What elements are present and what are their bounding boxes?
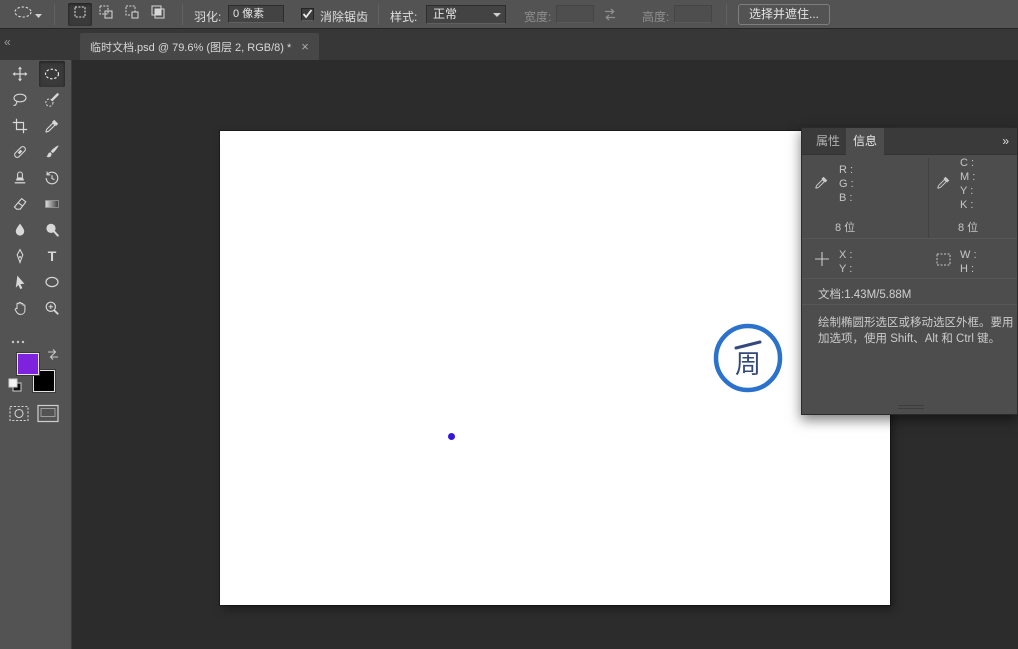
document-tab[interactable]: 临时文档.psd @ 79.6% (图层 2, RGB/8) * ×: [80, 33, 319, 60]
quick-mask-icon[interactable]: [9, 405, 29, 427]
tab-info[interactable]: 信息: [846, 128, 885, 155]
y-label: Y :: [960, 185, 974, 197]
width-label: 宽度:: [524, 10, 552, 24]
style-dropdown-value: 正常: [433, 7, 458, 21]
info-panel-header: 属性 信息 »: [802, 128, 1017, 155]
document-tab-title: 临时文档.psd @ 79.6% (图层 2, RGB/8) *: [90, 41, 292, 54]
ellipse-marquee-tool-icon[interactable]: [39, 61, 65, 87]
history-brush-tool-icon[interactable]: [39, 165, 65, 191]
eyedropper-cmyk-icon: [936, 175, 951, 195]
options-bar: 羽化: 0 像素 消除锯齿 样式: 正常 宽度: 高度: 选择并遮住...: [0, 0, 1018, 29]
h-label: H :: [960, 263, 975, 275]
width-input[interactable]: [556, 5, 594, 23]
chevron-down-icon: [34, 6, 42, 24]
tab-strip: « 临时文档.psd @ 79.6% (图层 2, RGB/8) * ×: [0, 29, 1018, 60]
panel-resize-gripper[interactable]: [898, 405, 924, 409]
rgb-bit-depth: 8 位: [835, 222, 856, 234]
new-selection-button[interactable]: [68, 3, 92, 26]
antialias-checkbox[interactable]: [301, 8, 314, 21]
tool-preset-button[interactable]: [8, 3, 46, 26]
eyedropper-rgb-icon: [814, 175, 829, 195]
style-label: 样式:: [390, 10, 418, 24]
y-label: Y :: [839, 263, 853, 275]
subtract-from-selection-button[interactable]: [120, 3, 144, 26]
height-label: 高度:: [642, 10, 670, 24]
divider: [54, 4, 55, 25]
default-colors-icon[interactable]: [8, 378, 22, 397]
selection-bounds-icon: [936, 253, 951, 271]
close-tab-icon[interactable]: ×: [301, 40, 309, 53]
r-label: R :: [839, 164, 854, 176]
style-dropdown[interactable]: 正常: [426, 5, 506, 24]
crosshair-icon: [815, 252, 829, 271]
dodge-tool-icon[interactable]: [39, 217, 65, 243]
k-label: K :: [960, 199, 974, 211]
swap-dimensions-icon[interactable]: [602, 7, 618, 27]
clone-stamp-tool-icon[interactable]: [7, 165, 33, 191]
divider: [928, 158, 929, 238]
tool-hint-line1: 绘制椭圆形选区或移动选区外框。要用: [818, 317, 1014, 329]
add-to-selection-icon: [98, 4, 114, 25]
swap-colors-icon[interactable]: [46, 348, 60, 366]
lasso-tool-icon[interactable]: [7, 87, 33, 113]
checkbox-check-icon: [302, 6, 313, 24]
g-label: G :: [839, 178, 854, 190]
feather-input[interactable]: 0 像素: [228, 5, 284, 23]
height-input[interactable]: [674, 5, 712, 23]
pen-tool-icon[interactable]: [7, 243, 33, 269]
divider: [802, 238, 1017, 239]
b-label: B :: [839, 192, 853, 204]
tool-hint-line2: 加选项，使用 Shift、Alt 和 Ctrl 键。: [818, 333, 1001, 345]
divider: [802, 304, 1017, 305]
info-panel: 属性 信息 » R : G : B : 8 位 C : M : Y : K : …: [801, 127, 1018, 415]
foreground-color-swatch[interactable]: [17, 353, 39, 375]
subtract-from-selection-icon: [124, 4, 140, 25]
intersect-selection-icon: [150, 4, 166, 25]
panel-menu-icon[interactable]: »: [995, 128, 1016, 155]
add-to-selection-button[interactable]: [94, 3, 118, 26]
eraser-tool-icon[interactable]: [7, 191, 33, 217]
edit-toolbar-icon[interactable]: [10, 332, 26, 350]
circle-logo-artwork: 周: [711, 321, 785, 400]
divider: [182, 4, 183, 25]
gradient-tool-icon[interactable]: [39, 191, 65, 217]
new-selection-icon: [72, 4, 88, 25]
ellipse-shape-tool-icon[interactable]: [39, 269, 65, 295]
blur-tool-icon[interactable]: [7, 217, 33, 243]
antialias-label: 消除锯齿: [320, 10, 369, 24]
intersect-selection-button[interactable]: [146, 3, 170, 26]
c-label: C :: [960, 157, 975, 169]
w-label: W :: [960, 249, 977, 261]
spot-healing-tool-icon[interactable]: [7, 139, 33, 165]
type-tool-icon[interactable]: T: [39, 243, 65, 269]
quick-selection-tool-icon[interactable]: [39, 87, 65, 113]
document-size: 文档:1.43M/5.88M: [818, 289, 912, 301]
divider: [726, 4, 727, 25]
toolbar: T: [0, 60, 72, 649]
feather-label: 羽化:: [194, 10, 222, 24]
m-label: M :: [960, 171, 976, 183]
document-canvas[interactable]: 周: [220, 131, 890, 605]
divider: [802, 278, 1017, 279]
collapse-toolbar-icon[interactable]: «: [4, 35, 11, 49]
tab-properties[interactable]: 属性: [809, 128, 847, 155]
x-label: X :: [839, 249, 853, 261]
eyedropper-tool-icon[interactable]: [39, 113, 65, 139]
crop-tool-icon[interactable]: [7, 113, 33, 139]
brush-tool-icon[interactable]: [39, 139, 65, 165]
divider: [378, 4, 379, 25]
zoom-tool-icon[interactable]: [39, 295, 65, 321]
hand-tool-icon[interactable]: [7, 295, 33, 321]
path-selection-tool-icon[interactable]: [7, 269, 33, 295]
blue-dot-artwork: [448, 433, 455, 440]
move-tool-icon[interactable]: [7, 61, 33, 87]
select-and-mask-button[interactable]: 选择并遮住...: [738, 4, 831, 25]
ellipse-marquee-icon: [13, 5, 33, 24]
screen-mode-icon[interactable]: [37, 404, 59, 428]
cmyk-bit-depth: 8 位: [958, 222, 979, 234]
logo-glyph: 周: [735, 349, 761, 379]
chevron-down-icon: [493, 13, 501, 17]
